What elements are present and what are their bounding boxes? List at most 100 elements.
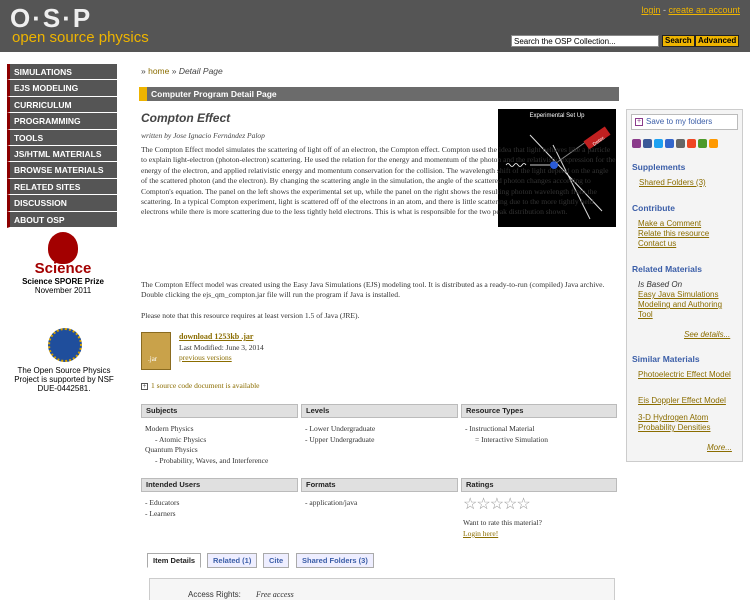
contact-us-link[interactable]: Contact us (638, 239, 676, 249)
apple-icon (48, 232, 78, 264)
share-plus-icon[interactable] (632, 139, 641, 148)
login-link[interactable]: login (641, 5, 660, 15)
nav-browse-materials[interactable]: BROWSE MATERIALS (7, 162, 117, 179)
relate-resource-link[interactable]: Relate this resource (638, 229, 709, 239)
twitter-icon[interactable] (654, 139, 663, 148)
type-item: = Interactive Simulation (475, 434, 548, 444)
digg-icon[interactable] (676, 139, 685, 148)
add-plus-icon: + (635, 118, 643, 126)
formats-list: - application/java (305, 498, 357, 509)
main-nav: SIMULATIONS EJS MODELING CURRICULUM PROG… (7, 64, 117, 228)
previous-versions-link[interactable]: previous versions (179, 353, 232, 362)
nav-about-osp[interactable]: ABOUT OSP (7, 211, 117, 228)
shared-folders-link[interactable]: Shared Folders (3) (639, 178, 706, 188)
resource-title: Compton Effect (141, 111, 231, 125)
levels-list: - Lower Undergraduate - Upper Undergradu… (305, 424, 375, 445)
levels-header: Levels (301, 404, 458, 418)
site-header: O·S·P open source physics login - create… (0, 0, 750, 52)
source-code-link[interactable]: 1 source code document is available (151, 381, 260, 390)
nav-related-sites[interactable]: RELATED SITES (7, 178, 117, 196)
save-to-folders-button[interactable]: + Save to my folders (631, 114, 738, 130)
email-icon[interactable] (709, 139, 718, 148)
resource-types-list: - Instructional Material = Interactive S… (465, 424, 548, 445)
resource-ejs-note: The Compton Effect model was created usi… (141, 280, 605, 300)
level-item: - Upper Undergraduate (305, 434, 375, 444)
similar-item-link[interactable]: 3-D Hydrogen Atom Probability Densities (638, 413, 738, 433)
type-item: - Instructional Material (465, 424, 535, 433)
similar-item-link[interactable]: Photoelectric Effect Model (638, 370, 738, 380)
similar-materials-heading: Similar Materials (632, 354, 700, 364)
resource-author: written by Jose Ignacio Fernández Palop (141, 131, 265, 140)
stumbleupon-icon[interactable] (698, 139, 707, 148)
breadcrumb: » home » Detail Page (141, 66, 223, 76)
resource-types-header: Resource Types (461, 404, 617, 418)
nav-js-html-materials[interactable]: JS/HTML MATERIALS (7, 145, 117, 163)
access-rights-value: Free access (256, 590, 294, 599)
nsf-logo-icon[interactable] (48, 328, 82, 362)
prize-title: Science SPORE Prize (22, 277, 104, 286)
see-details-link[interactable]: See details... (684, 330, 730, 340)
rate-question: Want to rate this material? (463, 518, 542, 527)
subject-item: Quantum Physics (145, 445, 198, 454)
intended-users-header: Intended Users (141, 478, 298, 492)
science-prize-logo[interactable]: Science Science SPORE Prize November 201… (18, 232, 108, 295)
subjects-list: Modern Physics - Atomic Physics Quantum … (145, 424, 268, 466)
search-input[interactable] (511, 35, 659, 47)
formats-header: Formats (301, 478, 458, 492)
rating-stars[interactable]: ☆☆☆☆☆ (463, 497, 531, 513)
resource-java-note: Please note that this resource requires … (141, 311, 360, 320)
nsf-support-text: The Open Source Physics Project is suppo… (14, 366, 114, 393)
subjects-header: Subjects (141, 404, 298, 418)
download-jar-link[interactable]: download 1253kb .jar (179, 332, 253, 341)
tab-related[interactable]: Related (1) (207, 553, 258, 568)
login-to-rate-link[interactable]: Login here! (463, 529, 498, 538)
jar-file-icon[interactable] (141, 332, 171, 370)
osp-logo-subtitle[interactable]: open source physics (12, 29, 149, 46)
last-modified: Last Modified: June 3, 2014 (179, 343, 264, 352)
nav-discussion[interactable]: DISCUSSION (7, 195, 117, 212)
tab-cite[interactable]: Cite (263, 553, 290, 568)
expand-plus-icon[interactable]: + (141, 383, 148, 390)
access-rights-label: Access Rights: (188, 590, 241, 599)
subject-item: - Probability, Waves, and Interference (155, 455, 269, 465)
download-row: download 1253kb .jar (179, 332, 253, 341)
more-similar-link[interactable]: More... (707, 443, 732, 453)
supplements-heading: Supplements (632, 162, 686, 172)
tab-shared-folders[interactable]: Shared Folders (3) (296, 553, 374, 568)
ejs-tool-link[interactable]: Easy Java Simulations Modeling and Autho… (638, 290, 738, 320)
breadcrumb-current: Detail Page (178, 66, 223, 76)
sim-caption: Experimental Set Up (529, 113, 585, 119)
advanced-search-button[interactable]: Advanced (695, 35, 740, 47)
related-materials-heading: Related Materials (632, 264, 702, 274)
contribute-heading: Contribute (632, 203, 675, 213)
subject-item: - Atomic Physics (155, 434, 207, 444)
facebook-icon[interactable] (643, 139, 652, 148)
search-button[interactable]: Search (662, 35, 695, 47)
similar-item-link[interactable]: Eis Doppler Effect Model (638, 396, 740, 406)
resource-abstract: The Compton Effect model simulates the s… (141, 145, 616, 217)
share-icons (632, 139, 720, 149)
nav-programming[interactable]: PROGRAMMING (7, 113, 117, 130)
subject-item: Modern Physics (145, 424, 194, 433)
breadcrumb-home[interactable]: home (148, 66, 169, 76)
breadcrumb-sep: » (169, 66, 179, 76)
prize-date: November 2011 (34, 286, 92, 295)
nav-ejs-modeling[interactable]: EJS MODELING (7, 80, 117, 97)
source-code-row: +1 source code document is available (141, 381, 260, 390)
is-based-on-label: Is Based On (638, 280, 683, 289)
nav-tools[interactable]: TOOLS (7, 129, 117, 146)
save-button-label: Save to my folders (646, 117, 713, 126)
nav-curriculum[interactable]: CURRICULUM (7, 96, 117, 114)
delicious-icon[interactable] (665, 139, 674, 148)
level-item: - Lower Undergraduate (305, 424, 376, 433)
tab-item-details[interactable]: Item Details (147, 553, 202, 568)
make-comment-link[interactable]: Make a Comment (638, 219, 701, 229)
format-item: - application/java (305, 498, 358, 507)
nav-simulations[interactable]: SIMULATIONS (7, 64, 117, 81)
auth-links: login - create an account (641, 5, 740, 15)
user-item: - Learners (145, 508, 176, 518)
ratings-header: Ratings (461, 478, 617, 492)
reddit-icon[interactable] (687, 139, 696, 148)
create-account-link[interactable]: create an account (668, 5, 740, 15)
page-heading: Computer Program Detail Page (139, 87, 619, 101)
